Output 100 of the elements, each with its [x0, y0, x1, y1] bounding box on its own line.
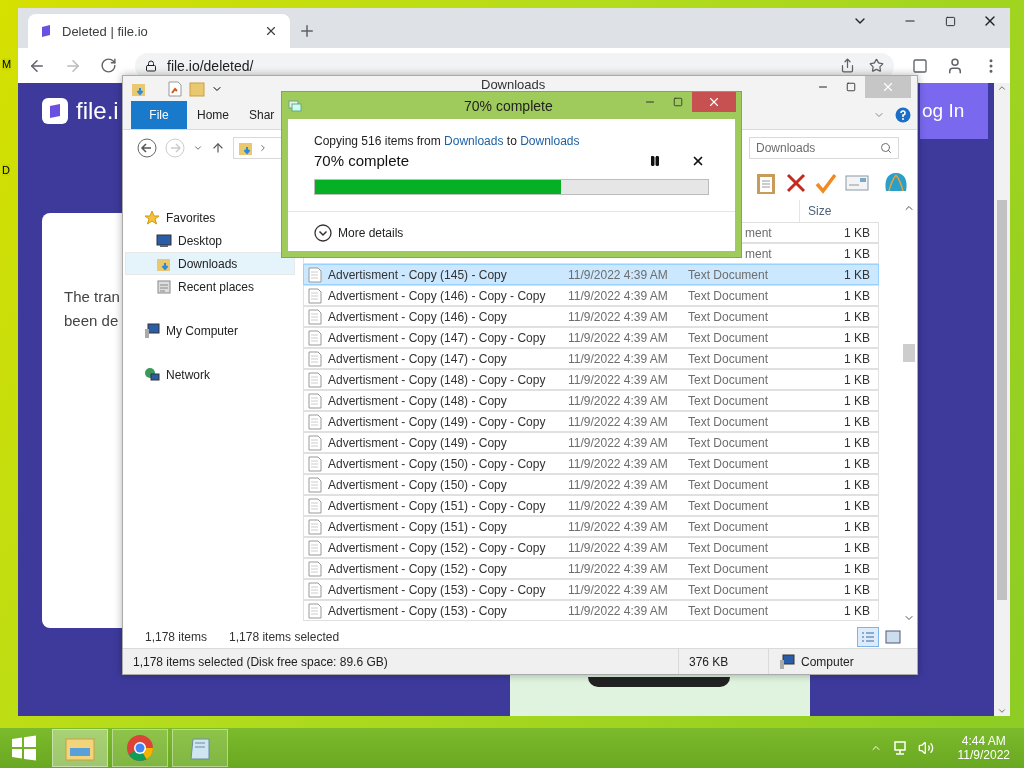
file-row[interactable]: Advertisment - Copy (153) - Copy 11/9/2022 4:39 AM Text Document 1 KB	[303, 600, 879, 621]
computer-icon	[144, 322, 160, 339]
ribbon-tab[interactable]: File	[131, 101, 187, 129]
nav-item[interactable]: My Computer	[125, 319, 295, 342]
status-location: Computer	[801, 654, 854, 669]
site-logo-icon	[40, 24, 52, 38]
taskbar-app[interactable]	[52, 729, 108, 767]
file-row[interactable]: Advertisment - Copy (148) - Copy - Copy 11/9/2022 4:39 AM Text Document 1 KB	[303, 369, 879, 390]
close-tab-icon[interactable]	[264, 24, 278, 38]
table-cell-text: 11/9/2022 4:39 AM	[568, 309, 669, 324]
table-cell-text: 1 KB	[843, 498, 870, 513]
table-cell-text: Text Document	[688, 288, 770, 303]
file-row[interactable]: Advertisment - Copy (150) - Copy 11/9/2022 4:39 AM Text Document 1 KB	[303, 474, 879, 495]
network-icon[interactable]	[891, 740, 908, 756]
document-icon	[308, 602, 322, 619]
scrollbar-thumb[interactable]	[903, 344, 915, 362]
new-tab-icon[interactable]	[298, 22, 316, 40]
table-cell-text: Advertisment - Copy (146) - Copy	[328, 309, 508, 324]
card-text: The tran	[64, 287, 120, 307]
file-row[interactable]: Advertisment - Copy (145) - Copy 11/9/2022 4:39 AM Text Document 1 KB	[303, 264, 879, 285]
login-button[interactable]: og In	[920, 83, 988, 139]
scroll-up-icon[interactable]	[997, 83, 1007, 93]
volume-icon[interactable]	[917, 740, 934, 756]
computer-icon	[779, 653, 795, 670]
maximize-icon[interactable]	[673, 97, 683, 107]
delete-icon[interactable]	[785, 171, 807, 194]
profile-icon[interactable]	[946, 56, 964, 75]
file-row[interactable]: Advertisment - Copy (150) - Copy - Copy 11/9/2022 4:39 AM Text Document 1 KB	[303, 453, 879, 474]
destination-link[interactable]: Downloads	[520, 134, 580, 148]
table-cell-text: Text Document	[688, 351, 770, 366]
file-row[interactable]: Advertisment - Copy (147) - Copy 11/9/2022 4:39 AM Text Document 1 KB	[303, 348, 879, 369]
expand-icon[interactable]	[314, 224, 332, 242]
file-row[interactable]: Advertisment - Copy (146) - Copy - Copy 11/9/2022 4:39 AM Text Document 1 KB	[303, 285, 879, 306]
file-row[interactable]: Advertisment - Copy (148) - Copy 11/9/2022 4:39 AM Text Document 1 KB	[303, 390, 879, 411]
details-view-button[interactable]	[857, 627, 879, 647]
table-cell-text: Text Document	[688, 330, 770, 345]
search-icon[interactable]	[880, 141, 892, 154]
table-cell-text: 1 KB	[843, 393, 870, 408]
file-row[interactable]: Advertisment - Copy (152) - Copy - Copy 11/9/2022 4:39 AM Text Document 1 KB	[303, 537, 879, 558]
table-cell-text: 11/9/2022 4:39 AM	[568, 456, 669, 471]
taskbar-app[interactable]	[172, 729, 228, 767]
url-text: file.io/deleted/	[167, 57, 254, 74]
table-cell-text: 1 KB	[843, 330, 870, 345]
table-cell-text: 1 KB	[843, 246, 870, 261]
forward-button[interactable]	[165, 137, 185, 158]
file-row[interactable]: Advertisment - Copy (146) - Copy 11/9/2022 4:39 AM Text Document 1 KB	[303, 306, 879, 327]
up-icon[interactable]	[211, 140, 225, 155]
card-icon[interactable]	[845, 173, 869, 192]
table-cell-text: 1 KB	[843, 519, 870, 534]
table-cell-text: 11/9/2022 4:39 AM	[568, 477, 669, 492]
document-icon	[308, 518, 322, 535]
file-row[interactable]: Advertisment - Copy (151) - Copy - Copy 11/9/2022 4:39 AM Text Document 1 KB	[303, 495, 879, 516]
nav-item[interactable]: Recent places	[125, 275, 295, 298]
table-cell-text: Text Document	[688, 561, 770, 576]
scroll-down-icon[interactable]	[997, 706, 1007, 716]
browser-tab[interactable]: Deleted | file.io	[28, 14, 290, 48]
breadcrumb-chevron-icon[interactable]	[258, 142, 268, 153]
taskbar-app[interactable]	[112, 729, 168, 767]
start-icon[interactable]	[11, 735, 37, 761]
share-icon[interactable]	[840, 58, 855, 73]
file-row[interactable]: Advertisment - Copy (152) - Copy 11/9/2022 4:39 AM Text Document 1 KB	[303, 558, 879, 579]
table-cell-text: Text Document	[688, 309, 770, 324]
table-cell-text: Text Document	[688, 603, 770, 618]
reload-icon[interactable]	[100, 57, 117, 74]
table-cell-text: 11/9/2022 4:39 AM	[568, 288, 669, 303]
star-icon[interactable]	[869, 58, 884, 73]
table-cell-text: Text Document	[688, 540, 770, 555]
file-row[interactable]: Advertisment - Copy (149) - Copy 11/9/2022 4:39 AM Text Document 1 KB	[303, 432, 879, 453]
nav-item[interactable]: Network	[125, 363, 295, 386]
table-cell-text: Advertisment - Copy (149) - Copy	[328, 435, 508, 450]
table-cell-text: 1 KB	[843, 351, 870, 366]
copy-icon	[288, 99, 302, 112]
more-details-link[interactable]: More details	[338, 226, 404, 240]
properties-icon[interactable]	[167, 80, 183, 97]
maximize-icon[interactable]	[846, 82, 856, 92]
search-field[interactable]: Downloads	[749, 136, 899, 159]
file-row[interactable]: Advertisment - Copy (151) - Copy 11/9/2022 4:39 AM Text Document 1 KB	[303, 516, 879, 537]
pause-icon[interactable]	[649, 154, 661, 167]
maximize-icon[interactable]	[944, 15, 956, 27]
source-link[interactable]: Downloads	[444, 134, 504, 148]
document-icon	[308, 392, 322, 409]
close-button[interactable]	[692, 92, 736, 112]
help-icon[interactable]	[895, 107, 911, 123]
nav-item[interactable]: Downloads	[125, 252, 295, 275]
ribbon-tab[interactable]: Home	[187, 101, 239, 129]
table-cell-text: 11/9/2022 4:39 AM	[568, 519, 669, 534]
file-row[interactable]: Advertisment - Copy (153) - Copy - Copy 11/9/2022 4:39 AM Text Document 1 KB	[303, 579, 879, 600]
start-button[interactable]	[588, 677, 730, 687]
table-cell-text: Advertisment - Copy (150) - Copy	[328, 477, 508, 492]
new-folder-icon[interactable]	[189, 80, 205, 97]
table-cell-text: Text Document	[688, 456, 770, 471]
file-row[interactable]: Advertisment - Copy (147) - Copy - Copy 11/9/2022 4:39 AM Text Document 1 KB	[303, 327, 879, 348]
ribbon-tab[interactable]: Shar	[239, 101, 285, 129]
scrollbar-thumb[interactable]	[997, 199, 1007, 600]
sidebar-icon[interactable]	[912, 57, 928, 74]
back-button[interactable]	[137, 137, 157, 158]
checkmark-icon[interactable]	[815, 171, 837, 194]
thumbnail-view-icon[interactable]	[885, 630, 901, 644]
table-cell-text: 1 KB	[843, 603, 870, 618]
file-row[interactable]: Advertisment - Copy (149) - Copy - Copy 11/9/2022 4:39 AM Text Document 1 KB	[303, 411, 879, 432]
